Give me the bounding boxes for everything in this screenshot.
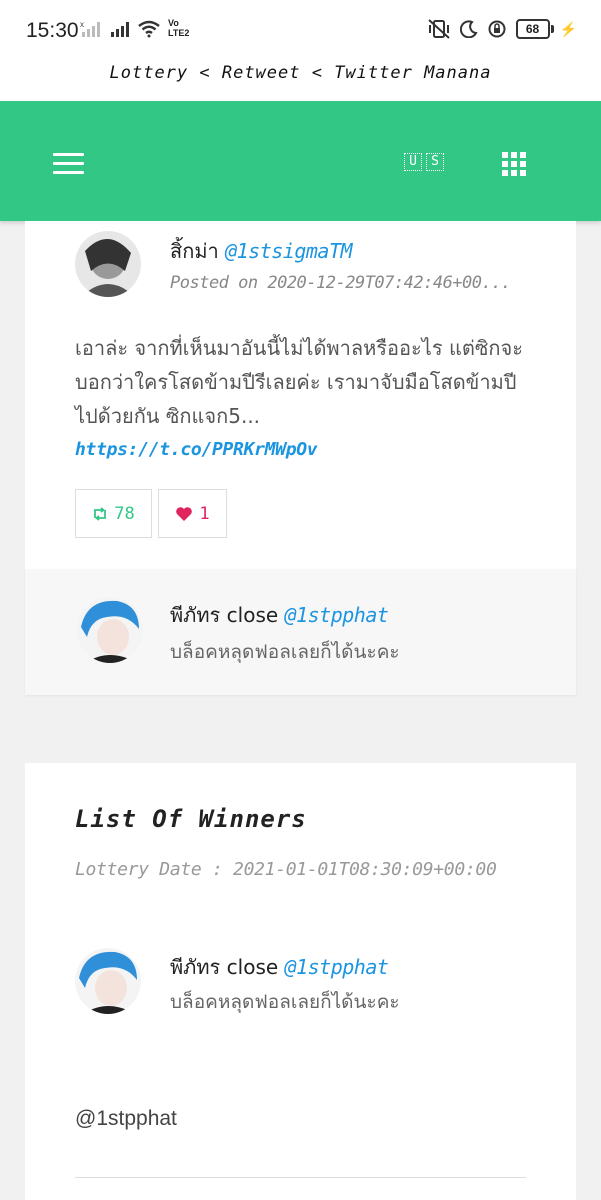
wifi-icon (138, 20, 160, 38)
posted-date: Posted on 2020-12-29T07:42:46+00... (170, 273, 511, 293)
top-navbar: U S (0, 101, 601, 221)
vibrate-off-icon (427, 19, 450, 39)
reply-item: พีภัทร close @1stpphat บล็อคหลุดฟอลเลยก็… (25, 569, 576, 695)
retweet-count: 78 (114, 503, 135, 524)
lang-letter: U (404, 153, 422, 171)
lang-letter: S (426, 153, 444, 171)
author-handle[interactable]: @1stsigmaTM (225, 239, 352, 263)
tweet-body: เอาล่ะ จากที่เห็นมาอันนี้ไม่ได้พาลหรืออะ… (75, 331, 535, 467)
language-selector[interactable]: U S (404, 153, 444, 171)
author-avatar[interactable] (75, 231, 141, 297)
status-bar: 15:30 x Vo LTE2 68 ⚡ (0, 0, 601, 56)
like-button[interactable]: 1 (158, 489, 227, 538)
winners-title: List Of Winners (75, 805, 307, 833)
reply-text: บล็อคหลุดฟอลเลยก็ได้นะคะ (170, 641, 400, 663)
lottery-date: Lottery Date : 2021-01-01T08:30:09+00:00 (75, 859, 497, 880)
svg-text:x: x (80, 20, 84, 29)
winner-text: บล็อคหลุดฟอลเลยก็ได้นะคะ (170, 991, 400, 1013)
winners-card: List Of Winners Lottery Date : 2021-01-0… (25, 763, 576, 1200)
apps-grid-icon[interactable] (502, 152, 526, 176)
divider (75, 1177, 526, 1178)
winner-name: พีภัทร close (170, 955, 279, 979)
charging-icon: ⚡ (559, 20, 577, 37)
winner-avatar[interactable] (75, 948, 141, 1014)
volte-indicator: Vo LTE2 (168, 18, 190, 38)
winner-handle[interactable]: @1stpphat (285, 955, 389, 979)
reply-name-line: พีภัทร close @1stpphat (170, 599, 389, 631)
like-count: 1 (199, 503, 210, 524)
moon-icon (459, 20, 478, 38)
reply-handle[interactable]: @1stpphat (285, 603, 389, 627)
tweet-text: เอาล่ะ จากที่เห็นมาอันนี้ไม่ได้พาลหรืออะ… (75, 336, 523, 428)
battery-icon: 68 (515, 19, 554, 39)
author-name: สิ้กม่า (170, 239, 219, 263)
status-time: 15:30 (26, 19, 79, 42)
status-left-icons: x Vo LTE2 (80, 18, 194, 38)
winner-name-line: พีภัทร close @1stpphat (170, 951, 389, 983)
page-title: Lottery < Retweet < Twitter Manana (0, 56, 601, 101)
winner-plain-handle: @1stpphat (75, 1107, 177, 1130)
menu-icon[interactable] (53, 153, 84, 174)
heart-icon (176, 506, 193, 521)
no-signal-icon: x (80, 20, 100, 37)
retweet-icon (94, 506, 107, 521)
signal-icon (111, 22, 129, 37)
author-name-line: สิ้กม่า @1stsigmaTM (170, 235, 353, 267)
tweet-link[interactable]: https://t.co/PPRKrMWpOv (75, 433, 535, 467)
status-right-icons: 68 ⚡ (427, 19, 577, 39)
tweet-card: สิ้กม่า @1stsigmaTM Posted on 2020-12-29… (25, 221, 576, 569)
reply-name: พีภัทร close (170, 603, 279, 627)
reply-avatar[interactable] (77, 597, 143, 663)
data-saver-icon (488, 20, 506, 38)
retweet-button[interactable]: 78 (75, 489, 152, 538)
